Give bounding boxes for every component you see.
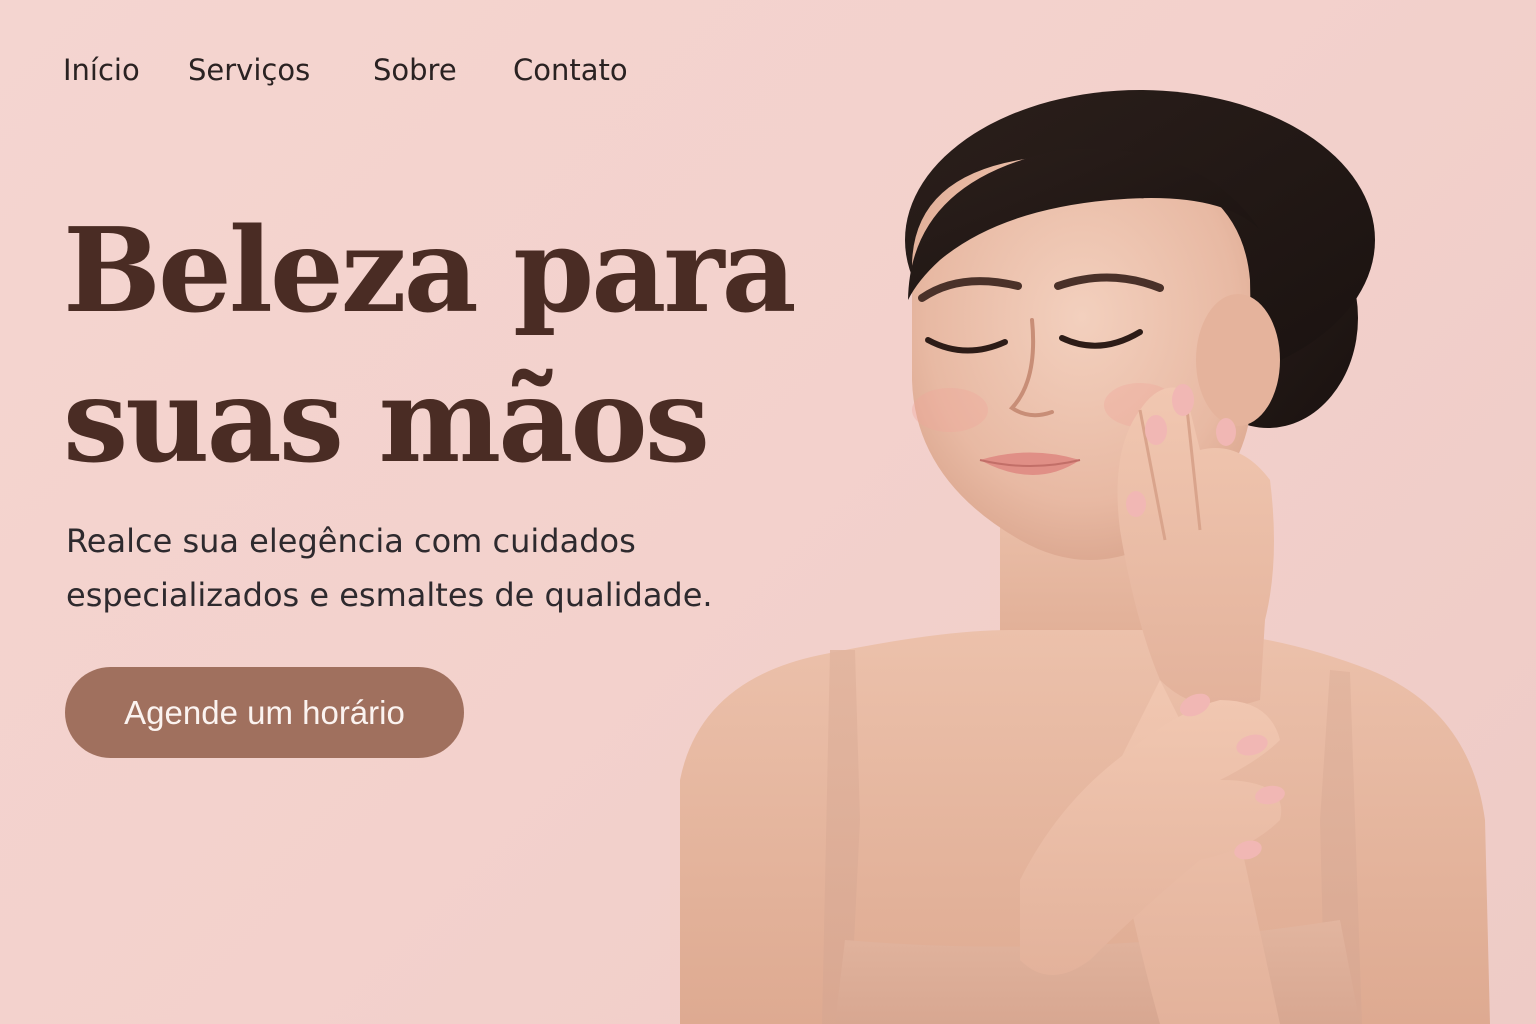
hero-title-line: suas mãos xyxy=(63,353,710,489)
landing-page: Início Serviços Sobre Contato Beleza par… xyxy=(0,0,1536,1024)
hero-title-line: Beleza para xyxy=(63,203,797,339)
nav-link-contato[interactable]: Contato xyxy=(513,48,628,92)
nav-link-servicos[interactable]: Serviços xyxy=(188,48,310,92)
hero-subtitle-line: Realce sua elegência com cuidados xyxy=(66,522,636,560)
hero-subtitle-line: especializados e esmaltes de qualidade. xyxy=(66,576,713,614)
hero-title: Beleza para suas mãos xyxy=(63,196,863,496)
nav-link-inicio[interactable]: Início xyxy=(63,48,140,92)
nav-link-sobre[interactable]: Sobre xyxy=(373,48,457,92)
book-appointment-button[interactable]: Agende um horário xyxy=(65,667,464,758)
hero-subtitle: Realce sua elegência com cuidados especi… xyxy=(66,514,846,622)
